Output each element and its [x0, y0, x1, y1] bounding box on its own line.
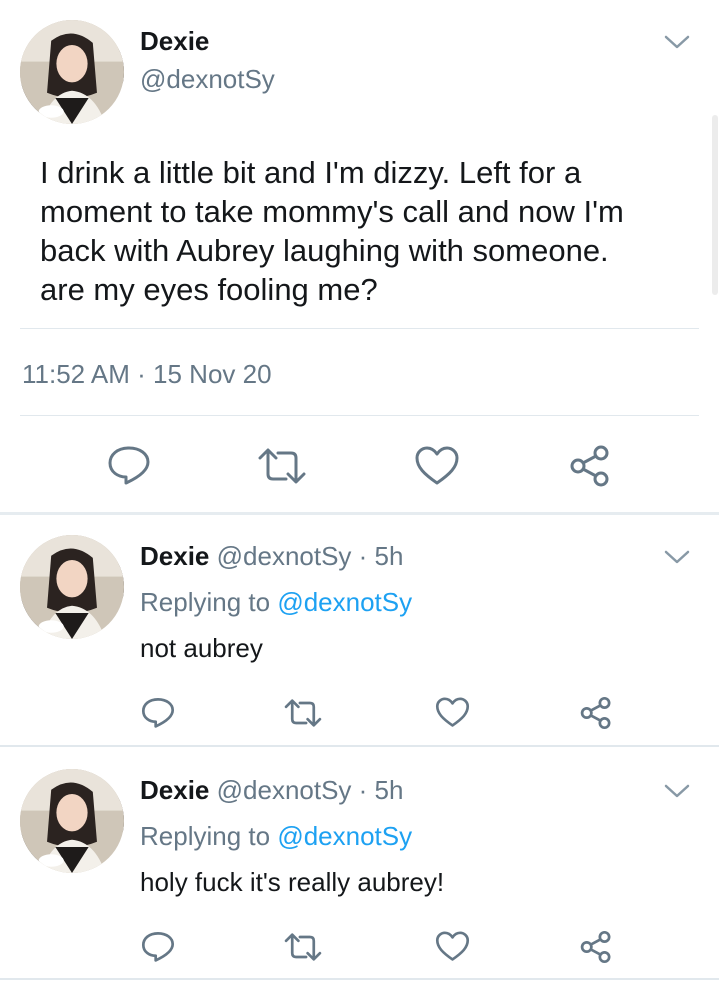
divider: [0, 978, 719, 980]
reply-age: · 5h: [358, 775, 404, 805]
chevron-down-icon[interactable]: [664, 783, 690, 799]
section-divider: [0, 512, 719, 515]
tweet-text-line: are my eyes fooling me?: [40, 272, 378, 307]
replying-to: Replying to @dexnotSy: [140, 587, 412, 618]
heart-icon[interactable]: [435, 697, 470, 728]
tweet-text: I drink a little bit and I'm dizzy. Left…: [40, 153, 680, 309]
chevron-down-icon[interactable]: [664, 34, 690, 50]
share-icon[interactable]: [579, 930, 613, 964]
avatar-photo: [20, 20, 124, 124]
replying-to: Replying to @dexnotSy: [140, 821, 412, 852]
heart-icon[interactable]: [435, 931, 470, 962]
heart-icon[interactable]: [414, 446, 460, 486]
author-handle[interactable]: @dexnotSy: [217, 541, 352, 571]
avatar-photo: [20, 535, 124, 639]
author-name[interactable]: Dexie: [140, 775, 209, 805]
replying-to-link[interactable]: @dexnotSy: [277, 821, 412, 851]
author-name[interactable]: Dexie: [140, 26, 209, 57]
tweet-text-line: back with Aubrey laughing with someone.: [40, 233, 609, 268]
divider: [20, 328, 699, 329]
tweet-text-line: moment to take mommy's call and now I'm: [40, 194, 624, 229]
avatar[interactable]: [20, 20, 124, 124]
reply-text: not aubrey: [140, 633, 263, 663]
share-icon[interactable]: [579, 696, 613, 730]
author-handle[interactable]: @dexnotSy: [217, 775, 352, 805]
avatar[interactable]: [20, 535, 124, 639]
reply-header: Dexie @dexnotSy · 5h: [140, 775, 403, 806]
replying-to-label: Replying to: [140, 821, 271, 851]
author-name[interactable]: Dexie: [140, 541, 209, 571]
reply-icon[interactable]: [141, 931, 175, 962]
divider: [20, 415, 699, 416]
reply-icon[interactable]: [107, 445, 151, 485]
tweet-text-line: I drink a little bit and I'm dizzy. Left…: [40, 155, 582, 190]
scrollbar[interactable]: [712, 115, 718, 295]
chevron-down-icon[interactable]: [664, 549, 690, 565]
replying-to-label: Replying to: [140, 587, 271, 617]
retweet-icon[interactable]: [283, 699, 323, 727]
reply-text: holy fuck it's really aubrey!: [140, 867, 445, 897]
tweet-timestamp[interactable]: 11:52 AM · 15 Nov 20: [22, 359, 272, 390]
reply-icon[interactable]: [141, 697, 175, 728]
author-handle[interactable]: @dexnotSy: [140, 64, 275, 95]
avatar[interactable]: [20, 769, 124, 873]
retweet-icon[interactable]: [256, 448, 308, 484]
divider: [0, 745, 719, 747]
share-icon[interactable]: [568, 444, 612, 488]
replying-to-link[interactable]: @dexnotSy: [277, 587, 412, 617]
reply-header: Dexie @dexnotSy · 5h: [140, 541, 403, 572]
retweet-icon[interactable]: [283, 933, 323, 961]
avatar-photo: [20, 769, 124, 873]
reply-age: · 5h: [358, 541, 404, 571]
